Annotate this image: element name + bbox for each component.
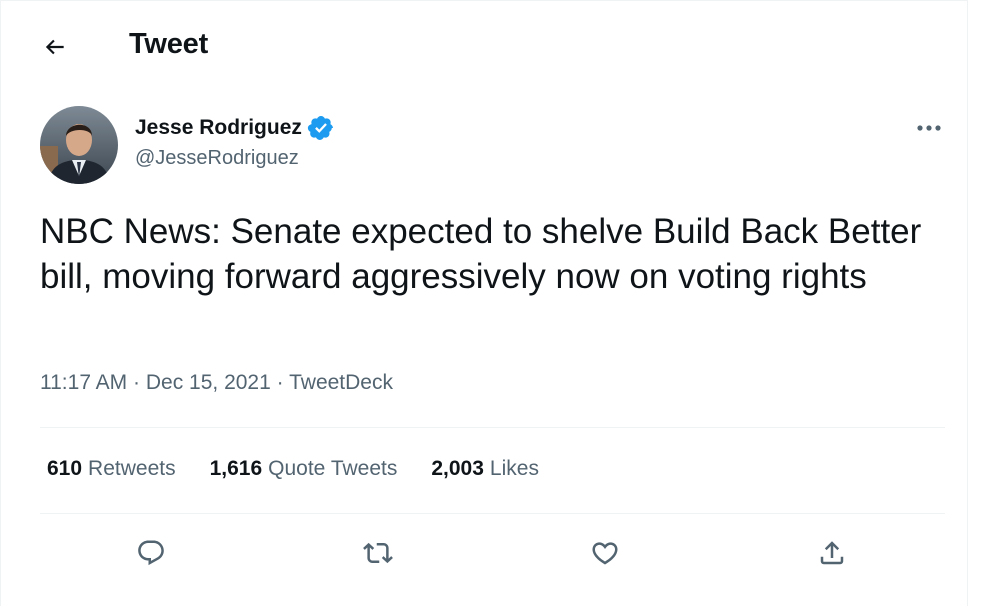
tweet-detail-panel: Tweet Jesse Rodriguez @JesseRodriguez NB… — [0, 0, 968, 606]
retweet-button[interactable] — [356, 531, 400, 575]
likes-count: 2,003 — [431, 457, 484, 480]
header: Tweet — [1, 1, 969, 91]
likes-label: Likes — [489, 457, 539, 480]
tweet-date[interactable]: Dec 15, 2021 — [146, 371, 271, 394]
tweet-stats: 610 Retweets 1,616 Quote Tweets 2,003 Likes — [47, 457, 573, 481]
avatar-image — [40, 106, 118, 184]
retweets-count: 610 — [47, 457, 83, 480]
back-button[interactable] — [35, 27, 75, 67]
share-button[interactable] — [810, 531, 854, 575]
divider — [40, 513, 945, 514]
retweets-label: Retweets — [88, 457, 176, 480]
reply-icon — [138, 540, 164, 566]
tweet-actions — [1, 531, 969, 575]
like-button[interactable] — [583, 531, 627, 575]
like-icon — [592, 542, 618, 565]
author-name[interactable]: Jesse Rodriguez — [135, 116, 302, 140]
likes-stat[interactable]: 2,003 Likes — [431, 457, 539, 481]
arrow-left-icon — [45, 39, 64, 55]
page-title: Tweet — [129, 28, 209, 60]
quote-tweets-label: Quote Tweets — [268, 457, 398, 480]
tweet-source[interactable]: TweetDeck — [289, 371, 393, 394]
tweet-timestamp: 11:17 AM · Dec 15, 2021 · TweetDeck — [40, 371, 393, 395]
quote-tweets-count: 1,616 — [209, 457, 263, 480]
retweet-icon — [363, 542, 393, 564]
tweet-text: NBC News: Senate expected to shelve Buil… — [40, 212, 922, 296]
avatar[interactable] — [40, 106, 118, 184]
tweet-time[interactable]: 11:17 AM — [40, 371, 127, 394]
divider — [40, 427, 945, 428]
retweets-stat[interactable]: 610 Retweets — [47, 457, 176, 481]
author-handle[interactable]: @JesseRodriguez — [135, 147, 299, 170]
reply-button[interactable] — [129, 531, 173, 575]
verified-badge-icon — [307, 116, 333, 140]
separator: · — [276, 371, 284, 394]
share-icon — [820, 541, 844, 565]
quote-tweets-stat[interactable]: 1,616 Quote Tweets — [210, 457, 398, 481]
author-name-row: Jesse Rodriguez — [135, 114, 335, 142]
separator: · — [133, 371, 141, 394]
more-options-button[interactable] — [909, 114, 949, 142]
more-icon — [917, 125, 941, 131]
